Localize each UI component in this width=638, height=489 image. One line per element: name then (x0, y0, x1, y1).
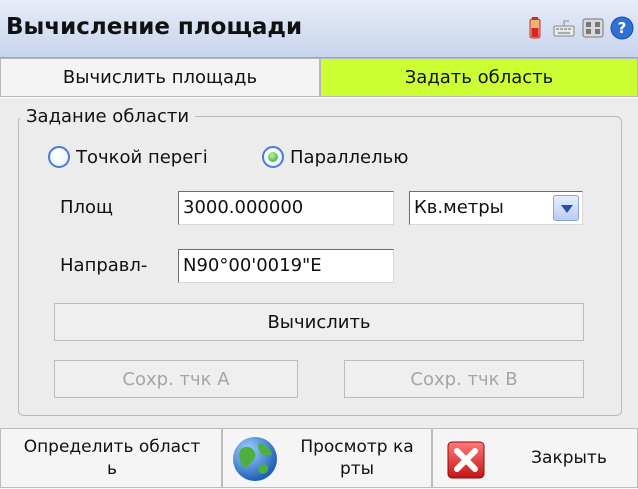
window-title: Вычисление площади (6, 14, 303, 40)
title-bar: Вычисление площади ? (0, 0, 638, 58)
chevron-down-icon[interactable] (553, 195, 579, 221)
save-point-a-button[interactable]: Сохр. тчк А (54, 360, 298, 398)
define-area-label-line2: ь (106, 459, 118, 479)
group-legend: Задание области (20, 106, 196, 127)
define-area-button[interactable]: Определить област ь (0, 428, 222, 488)
radio-checked-icon (262, 146, 284, 168)
radio-parallel[interactable]: Параллелью (262, 146, 408, 168)
radio-point-label: Точкой перегі (76, 146, 208, 168)
direction-label: Направл- (60, 255, 148, 276)
bottom-toolbar: Определить област ь Просмотр ка рты Закр… (0, 428, 638, 489)
radio-point-intersection[interactable]: Точкой перегі (48, 146, 208, 168)
area-input[interactable]: 3000.000000 (178, 191, 394, 225)
view-map-label-line1: Просмотр ка (300, 437, 414, 457)
unit-select[interactable]: Кв.метры (409, 191, 583, 225)
view-map-button[interactable]: Просмотр ка рты (222, 428, 432, 488)
close-label: Закрыть (531, 448, 607, 468)
system-tray: ? (523, 16, 634, 40)
direction-input[interactable]: N90°00'0019"E (178, 249, 394, 283)
svg-text:?: ? (618, 19, 627, 37)
radio-unchecked-icon (48, 146, 70, 168)
battery-icon[interactable] (523, 16, 547, 40)
area-label: Площ (60, 197, 114, 218)
save-point-b-button[interactable]: Сохр. тчк В (344, 360, 584, 398)
keyboard-icon[interactable] (552, 16, 576, 40)
view-map-label-line2: рты (339, 459, 375, 479)
help-icon[interactable]: ? (610, 16, 634, 40)
close-icon (447, 441, 485, 479)
tab-define-region[interactable]: Задать область (320, 58, 638, 97)
unit-select-value: Кв.метры (414, 197, 504, 218)
tab-calculate-area[interactable]: Вычислить площадь (0, 58, 320, 97)
calculate-button[interactable]: Вычислить (54, 303, 584, 341)
radio-parallel-label: Параллелью (290, 146, 409, 168)
network-icon[interactable] (581, 16, 605, 40)
globe-icon (233, 437, 277, 481)
close-button[interactable]: Закрыть (432, 428, 638, 488)
tab-strip: Вычислить площадь Задать область (0, 58, 638, 98)
define-area-label-line1: Определить област (23, 437, 201, 457)
